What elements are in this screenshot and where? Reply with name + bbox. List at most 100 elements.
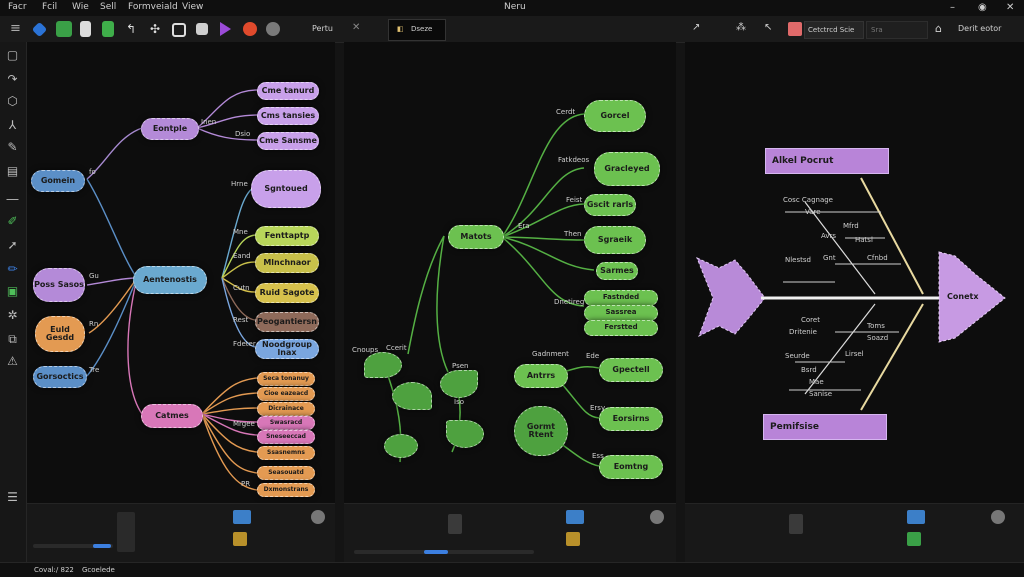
play-icon[interactable] xyxy=(220,22,231,36)
leaf-cluster-3[interactable] xyxy=(440,370,478,398)
node-b1[interactable]: Seca tonanuy xyxy=(257,372,315,386)
node-top-leaf-1[interactable]: Cme tanurd xyxy=(257,82,319,100)
help-icon[interactable] xyxy=(311,510,325,524)
grid-view-icon[interactable] xyxy=(117,512,135,552)
node-lr2[interactable]: Eorsirns xyxy=(599,407,663,431)
shape-icon[interactable] xyxy=(56,21,72,37)
node-b3[interactable]: Dicrainace xyxy=(257,402,315,416)
close-icon[interactable]: ✕ xyxy=(1006,2,1014,13)
leaf-cluster-2[interactable] xyxy=(392,382,432,410)
node-lower-left[interactable]: Antrrs xyxy=(514,364,568,388)
node-r6b[interactable]: Sassrea xyxy=(584,305,658,321)
swatch-icon[interactable] xyxy=(233,532,247,546)
node-b7[interactable]: Seasouatd xyxy=(257,466,315,480)
node-r3[interactable]: Gscit rarls xyxy=(584,194,636,216)
arrow-tool-icon[interactable]: ➚ xyxy=(5,238,20,253)
select-tool-icon[interactable]: ▢ xyxy=(5,48,20,63)
layers-tool-icon[interactable]: ⧉ xyxy=(5,332,20,347)
node-mid-4[interactable]: Peogantiersn xyxy=(255,312,319,332)
node-center[interactable]: Aentenostis xyxy=(133,266,207,294)
copy-icon[interactable] xyxy=(196,23,208,35)
node-r2[interactable]: Gracleyed xyxy=(594,152,660,186)
menu-icon[interactable]: ≡ xyxy=(10,21,26,37)
menu-item-view[interactable]: View xyxy=(182,2,203,12)
connect-tool-icon[interactable]: ⅄ xyxy=(5,118,20,133)
arrow-icon[interactable]: ↖ xyxy=(764,22,772,33)
fishbone-panel[interactable]: Alkel Pocrut Pemifsise Conetx Cosc Cagna… xyxy=(685,42,1024,562)
node-center[interactable]: Matots xyxy=(448,225,504,249)
node-r4[interactable]: Sgraeik xyxy=(584,226,646,254)
node-left-2[interactable]: Poss Sasos xyxy=(33,268,85,302)
document-icon[interactable] xyxy=(80,21,91,37)
line-tool-icon[interactable]: ― xyxy=(5,192,20,207)
close-tab-icon[interactable]: ✕ xyxy=(352,22,360,33)
connector-icon[interactable]: ↰ xyxy=(126,21,142,37)
sheet-icon[interactable] xyxy=(102,21,114,37)
node-b2[interactable]: Cioe eazeacd xyxy=(257,387,315,401)
node-mid-5[interactable]: Noodgroup lnax xyxy=(255,339,319,359)
effect-box-bottom[interactable]: Pemifsise xyxy=(763,414,887,440)
node-top-leaf-3[interactable]: Cme Sansme xyxy=(257,132,319,150)
node-r6c[interactable]: Ferstted xyxy=(584,320,658,336)
paint-icon[interactable] xyxy=(907,510,925,524)
menu-item-edit[interactable]: Fcil xyxy=(42,2,57,12)
cross-icon[interactable]: ✣ xyxy=(150,21,166,37)
color-icon[interactable] xyxy=(243,22,257,36)
node-top-leaf-2[interactable]: Cms tansies xyxy=(257,107,319,125)
node-b8[interactable]: Dxmonstrans xyxy=(257,483,315,497)
magic-icon[interactable]: ⁂ xyxy=(736,22,746,33)
node-left-4[interactable]: Gorsoctics xyxy=(33,366,87,388)
menu-item-file[interactable]: Facr xyxy=(8,2,27,12)
node-lr1[interactable]: Gpectell xyxy=(599,358,663,382)
mindmap-panel-1[interactable]: Gomein Eontple Cme tanurd Cms tansies Cm… xyxy=(27,42,335,562)
h-scrollbar[interactable] xyxy=(354,550,534,554)
swatch-icon[interactable] xyxy=(566,532,580,546)
node-lr3[interactable]: Eomtng xyxy=(599,455,663,479)
node-left-3[interactable]: Euld Gesdd xyxy=(35,316,85,352)
node-mid-3[interactable]: Ruid Sagote xyxy=(255,283,319,303)
node-b4[interactable]: Swasracd xyxy=(257,416,315,430)
brush-tool-icon[interactable]: ✐ xyxy=(5,214,20,229)
node-mid-2[interactable]: Mlnchnaor xyxy=(255,253,319,273)
edit-action[interactable]: Derit eotor xyxy=(958,24,1001,33)
home-icon[interactable]: ⌂ xyxy=(935,22,942,35)
node-bottom[interactable]: Catmes xyxy=(141,404,203,428)
node-r5[interactable]: Sarmes xyxy=(596,262,638,280)
node-left-root[interactable]: Gomein xyxy=(31,170,85,192)
node-b6[interactable]: Ssasnemns xyxy=(257,446,315,460)
swatch-icon[interactable] xyxy=(907,532,921,546)
help-icon[interactable] xyxy=(991,510,1005,524)
node-mid-1[interactable]: Fenttaptp xyxy=(255,226,319,246)
node-cloud[interactable]: Sgntoued xyxy=(251,170,321,208)
mindmap-panel-2[interactable]: Matots Gorcel Gracleyed Gscit rarls Sgra… xyxy=(344,42,676,562)
h-scrollbar[interactable] xyxy=(33,544,113,548)
hierarchy-tool-icon[interactable]: ⚠ xyxy=(5,354,20,369)
filter-field[interactable]: Sra xyxy=(866,21,928,39)
frame-icon[interactable] xyxy=(172,23,186,37)
effect-box-top[interactable]: Alkel Pocrut xyxy=(765,148,889,174)
cube-icon[interactable] xyxy=(31,21,48,38)
minimize-icon[interactable]: – xyxy=(950,2,955,13)
user-icon[interactable]: ◉ xyxy=(978,2,987,13)
menu-item-select[interactable]: Sell xyxy=(100,2,116,12)
node-top[interactable]: Eontple xyxy=(141,118,199,140)
leaf-cluster-4[interactable] xyxy=(446,420,484,448)
paint-icon[interactable] xyxy=(233,510,251,524)
pen-icon[interactable]: ↗ xyxy=(692,22,700,33)
file-icon[interactable] xyxy=(448,514,462,534)
node-lower-left-2[interactable]: Gormt Rtent xyxy=(514,406,568,456)
leaf-cluster-1[interactable] xyxy=(364,352,402,378)
node-r6a[interactable]: Fastnded xyxy=(584,290,658,306)
curve-tool-icon[interactable]: ↷ xyxy=(5,72,20,87)
active-tab[interactable]: ◧ Dseze xyxy=(388,19,446,41)
left-tab-label[interactable]: Pertu xyxy=(312,24,333,33)
node-r1[interactable]: Gorcel xyxy=(584,100,646,132)
settings-tool-icon[interactable]: ✲ xyxy=(5,308,20,323)
card-tool-icon[interactable]: ▤ xyxy=(5,164,20,179)
leaf-cluster-5[interactable] xyxy=(384,434,418,458)
menu-item-view1[interactable]: Wie xyxy=(72,2,89,12)
marker-tool-icon[interactable]: ✏ xyxy=(5,262,20,277)
node-b5[interactable]: Sneseeccad xyxy=(257,430,315,444)
shape-tool-icon[interactable]: ⬡ xyxy=(5,94,20,109)
globe-icon[interactable] xyxy=(266,22,280,36)
